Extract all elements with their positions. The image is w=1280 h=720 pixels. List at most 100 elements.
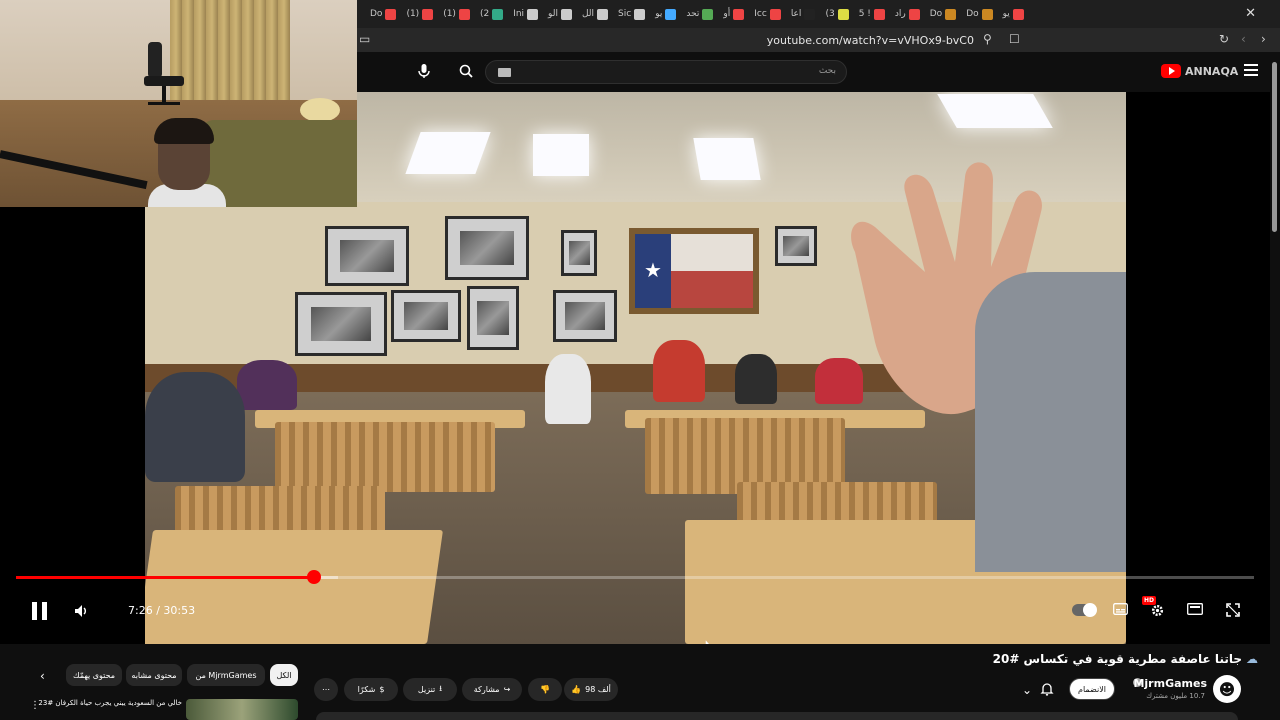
- streamer: [148, 118, 226, 207]
- search-icon[interactable]: [455, 60, 477, 82]
- browser-tab[interactable]: Do: [367, 4, 399, 24]
- search-placeholder: بحث: [818, 66, 836, 76]
- keyboard-icon[interactable]: [498, 68, 511, 77]
- miniplayer-icon[interactable]: [1187, 603, 1203, 619]
- tab-label: Do: [929, 9, 943, 19]
- chip-for-you[interactable]: محتوى يهمّك: [66, 664, 122, 686]
- webcam-overlay: [0, 0, 357, 207]
- tab-favicon-icon: [873, 8, 885, 20]
- download-button[interactable]: تنزيل ⭳: [403, 678, 457, 701]
- share-label: مشاركة: [473, 685, 500, 694]
- download-label: تنزيل: [417, 685, 436, 694]
- wall-photo: [295, 292, 387, 356]
- super-thanks-icon: $: [379, 685, 385, 694]
- thumbs-up-icon: 👍: [571, 685, 582, 694]
- tab-favicon-icon: [733, 8, 745, 20]
- texas-flag-frame: ★: [629, 228, 759, 314]
- chip-all[interactable]: الكل: [270, 664, 298, 686]
- fullscreen-icon[interactable]: [1226, 603, 1240, 621]
- browser-tab[interactable]: (3: [822, 4, 851, 24]
- thumbs-down-icon: 👎: [540, 685, 550, 694]
- pause-button[interactable]: [32, 602, 48, 620]
- more-icon: ⋯: [322, 685, 330, 694]
- ceiling-light: [533, 134, 589, 176]
- volume-icon[interactable]: [74, 604, 88, 622]
- browser-tab[interactable]: Do: [927, 4, 959, 24]
- browser-tab[interactable]: الل: [579, 4, 611, 24]
- browser-tab[interactable]: Do: [963, 4, 995, 24]
- tab-favicon-icon: [560, 8, 572, 20]
- browser-tab[interactable]: Icc: [751, 4, 784, 24]
- thanks-label: شكرًا: [357, 685, 376, 694]
- browser-tab[interactable]: 5 !: [856, 4, 888, 24]
- wall-photo: [775, 226, 817, 266]
- browser-tab[interactable]: يو: [1000, 4, 1027, 24]
- voice-search-icon[interactable]: [413, 60, 435, 82]
- description-box[interactable]: [316, 712, 1238, 720]
- chips-prev-arrow-icon[interactable]: ‹: [40, 669, 45, 683]
- youtube-play-icon: [1161, 64, 1181, 78]
- share-icon: ↪: [503, 685, 511, 694]
- recommendation-title[interactable]: خالي من السعودية ييني يجرب حياة الكرفان …: [38, 699, 182, 707]
- browser-tab[interactable]: يو: [652, 4, 679, 24]
- address-bar: ▭ youtube.com/watch?v=vVHOx9-bvC0 ⚲ ☐ ↻ …: [357, 28, 1280, 52]
- browser-tab[interactable]: اعا: [788, 4, 819, 24]
- notification-bell-icon[interactable]: [1040, 682, 1054, 700]
- chevron-down-icon[interactable]: ⌄: [1022, 683, 1032, 697]
- youtube-header: بحث ANNAQA: [357, 52, 1280, 92]
- thanks-button[interactable]: شكرًا $: [344, 678, 398, 701]
- browser-tab[interactable]: راد: [892, 4, 923, 24]
- menu-icon[interactable]: [1244, 64, 1258, 79]
- forward-icon[interactable]: ›: [1261, 32, 1266, 46]
- sidebar-toggle-icon[interactable]: ▭: [359, 32, 370, 46]
- settings-gear-icon[interactable]: [1150, 603, 1165, 622]
- join-button[interactable]: الانضمام: [1069, 678, 1115, 700]
- search-input[interactable]: بحث: [485, 60, 847, 84]
- tab-favicon-icon: [837, 8, 849, 20]
- time-display: 7:26 / 30:53: [128, 604, 196, 617]
- chip-similar[interactable]: محتوى مشابه: [126, 664, 182, 686]
- wall-photo: [561, 230, 597, 276]
- dislike-button[interactable]: 👎: [528, 678, 562, 701]
- back-icon[interactable]: ‹: [1241, 32, 1246, 46]
- tab-label: (1): [406, 9, 420, 19]
- browser-tab[interactable]: (1): [403, 4, 436, 24]
- browser-tab[interactable]: (2: [477, 4, 506, 24]
- progress-bar[interactable]: [16, 576, 1254, 579]
- tab-label: (1): [443, 9, 456, 19]
- channel-name[interactable]: MjrmGames: [1133, 677, 1207, 690]
- share-button[interactable]: مشاركة ↪: [462, 678, 522, 701]
- site-settings-icon[interactable]: ⚲: [983, 32, 992, 46]
- bookmark-icon[interactable]: ☐: [1009, 32, 1020, 46]
- browser-tab[interactable]: (1): [440, 4, 473, 24]
- tab-label: يو: [655, 9, 663, 19]
- subscriber-count: 10.7 مليون مشترك: [1146, 692, 1205, 700]
- tab-label: الل: [581, 9, 595, 19]
- browser-tab[interactable]: تحد: [683, 4, 716, 24]
- scrollbar-thumb[interactable]: [1272, 62, 1277, 232]
- browser-tab[interactable]: Ini: [510, 4, 541, 24]
- reload-icon[interactable]: ↻: [1219, 32, 1229, 46]
- diner-person: [545, 354, 591, 424]
- tab-label: (2: [479, 9, 490, 19]
- tab-favicon-icon: [385, 8, 397, 20]
- like-button[interactable]: 👍 98 ألف: [564, 678, 618, 701]
- url-field[interactable]: youtube.com/watch?v=vVHOx9-bvC0: [767, 34, 974, 47]
- page-scrollbar[interactable]: [1270, 52, 1280, 652]
- youtube-logo[interactable]: ANNAQA: [1161, 64, 1238, 78]
- subtitles-icon[interactable]: [1113, 603, 1128, 619]
- autoplay-toggle[interactable]: [1072, 603, 1097, 617]
- recommendation-thumbnail[interactable]: [186, 699, 298, 720]
- tab-label: تحد: [686, 9, 700, 19]
- chip-from-channel[interactable]: من MjrmGames: [187, 664, 265, 686]
- close-tab-icon[interactable]: ✕: [1245, 6, 1256, 21]
- tab-label: راد: [894, 9, 906, 19]
- browser-tab[interactable]: أو: [720, 4, 747, 24]
- tab-favicon-icon: [702, 8, 714, 20]
- more-actions-button[interactable]: ⋯: [314, 678, 338, 701]
- tab-label: يو: [1002, 9, 1010, 19]
- browser-tab[interactable]: الو: [545, 4, 575, 24]
- channel-avatar[interactable]: ☻: [1213, 675, 1241, 703]
- plush-toy: [300, 98, 340, 122]
- browser-tab[interactable]: Sic: [615, 4, 648, 24]
